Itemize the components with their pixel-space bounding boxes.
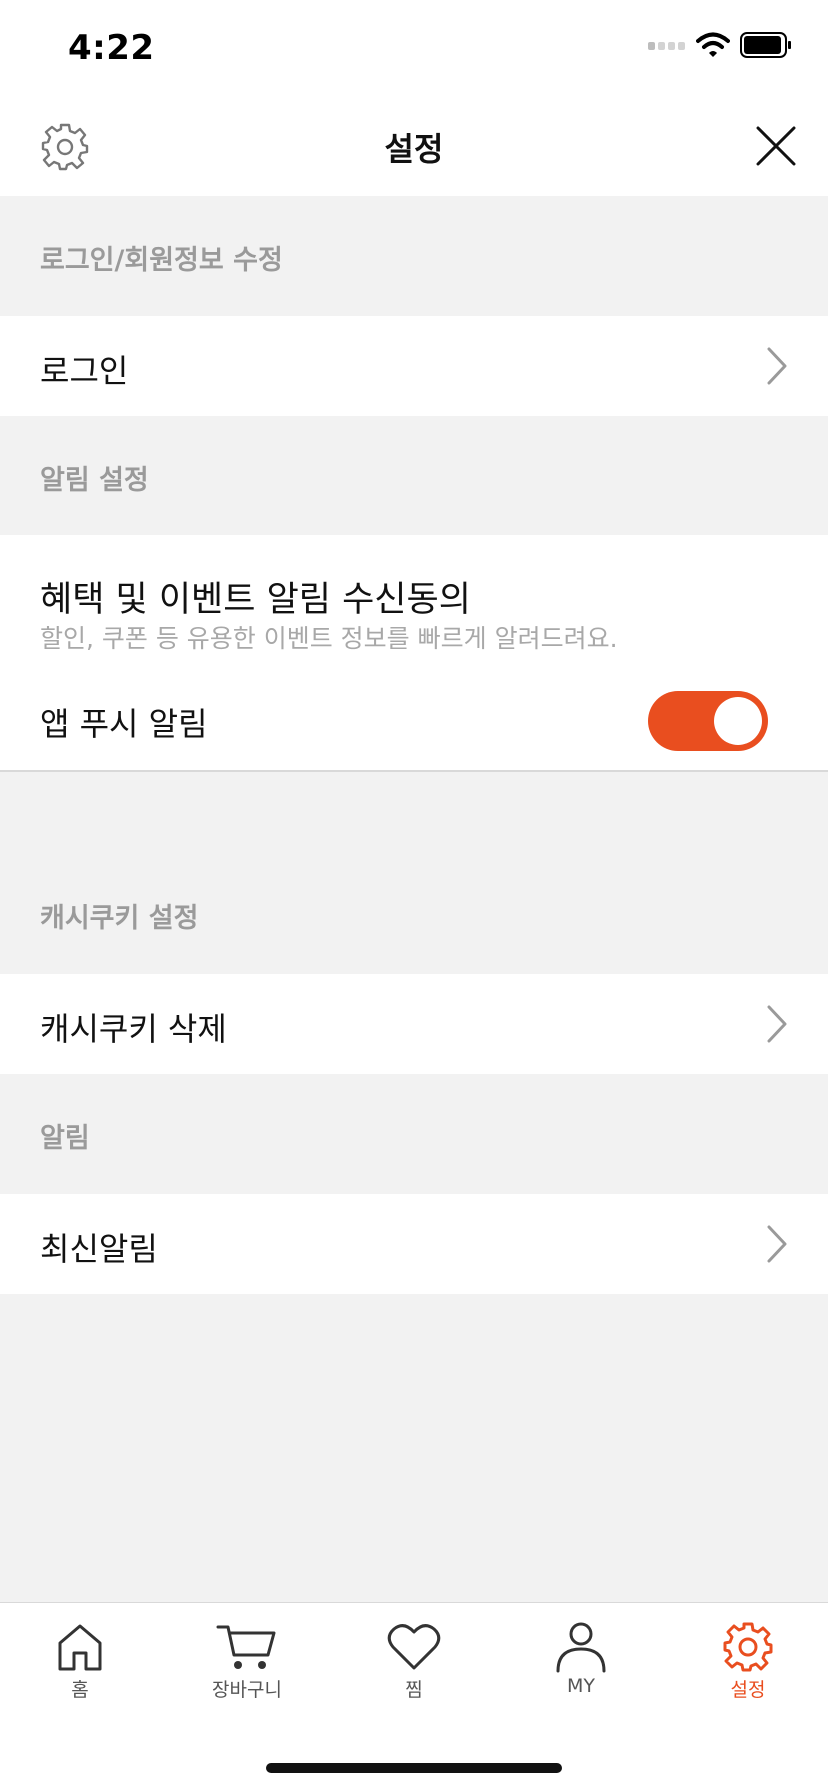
cart-icon (216, 1625, 276, 1669)
home-indicator (266, 1763, 562, 1773)
login-row[interactable]: 로그인 (0, 316, 828, 416)
close-icon (756, 126, 796, 166)
tab-wishlist[interactable]: 찜 (354, 1621, 474, 1702)
benefit-title: 혜택 및 이벤트 알림 수신동의 (40, 580, 471, 620)
gear-icon (723, 1622, 773, 1672)
section-title: 알림 (40, 1123, 90, 1154)
section-title: 로그인/회원정보 수정 (40, 245, 283, 276)
status-icons (648, 32, 792, 58)
section-header-login: 로그인/회원정보 수정 (0, 196, 828, 316)
section-header-alarm: 알림 (0, 1074, 828, 1194)
chevron-right-icon (767, 1225, 787, 1263)
tab-label: 설정 (730, 1679, 766, 1701)
cashcookie-delete-row[interactable]: 캐시쿠키 삭제 (0, 974, 828, 1074)
wifi-icon (696, 32, 730, 57)
tab-settings[interactable]: 설정 (688, 1621, 808, 1702)
heart-icon (387, 1624, 441, 1670)
toggle-knob (714, 697, 762, 745)
tab-label: 찜 (405, 1679, 423, 1701)
section-title: 캐시쿠키 설정 (40, 903, 199, 934)
tab-my[interactable]: MY (521, 1621, 641, 1697)
row-label: 캐시쿠키 삭제 (40, 1010, 227, 1048)
row-label: 최신알림 (40, 1230, 158, 1268)
cellular-signal-icon (648, 42, 685, 50)
tab-label: MY (567, 1675, 595, 1697)
latest-alarm-row[interactable]: 최신알림 (0, 1194, 828, 1294)
section-header-notify: 알림 설정 (0, 416, 828, 535)
section-title: 알림 설정 (40, 465, 149, 496)
status-time: 4:22 (68, 28, 155, 68)
tab-label: 장바구니 (212, 1679, 282, 1701)
chevron-right-icon (767, 1005, 787, 1043)
push-label: 앱 푸시 알림 (40, 705, 208, 743)
close-button[interactable] (754, 124, 798, 168)
tab-cart[interactable]: 장바구니 (187, 1621, 307, 1702)
benefit-description: 할인, 쿠폰 등 유용한 이벤트 정보를 빠르게 알려드려요. (40, 624, 618, 653)
battery-icon (740, 32, 791, 58)
home-icon (58, 1624, 102, 1671)
page-title: 설정 (384, 130, 444, 168)
status-bar: 4:22 (0, 0, 828, 98)
row-label: 로그인 (40, 352, 129, 390)
notify-settings-block: 혜택 및 이벤트 알림 수신동의 할인, 쿠폰 등 유용한 이벤트 정보를 빠르… (0, 535, 828, 772)
tab-label: 홈 (71, 1679, 89, 1701)
chevron-right-icon (767, 347, 787, 385)
person-icon (556, 1622, 606, 1673)
section-header-cashcookie: 캐시쿠키 설정 (0, 774, 828, 974)
push-toggle[interactable] (648, 691, 768, 751)
page-header: 설정 (0, 98, 828, 196)
tab-home[interactable]: 홈 (20, 1621, 140, 1702)
